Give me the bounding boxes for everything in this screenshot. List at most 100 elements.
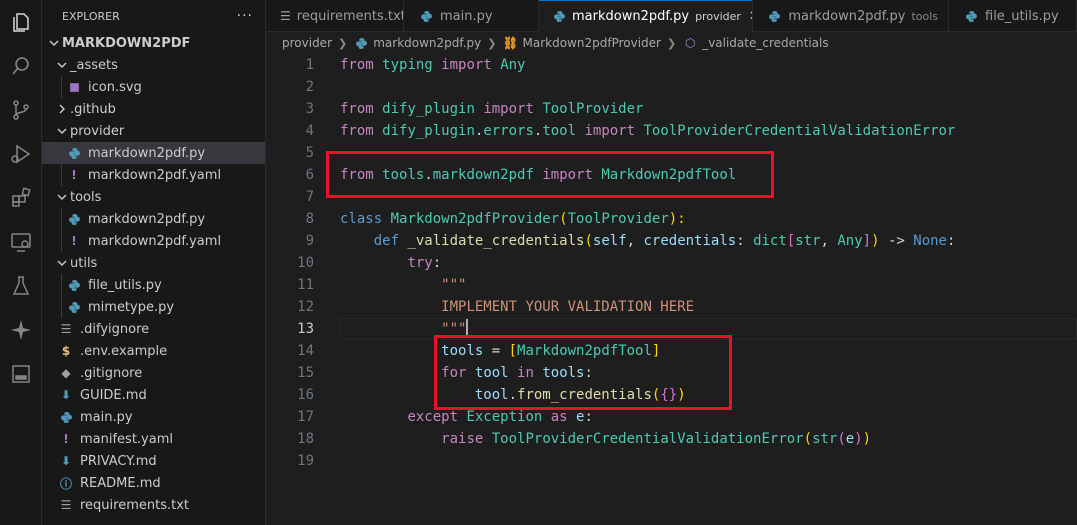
tree-file-requirements-txt[interactable]: ☰ requirements.txt [42, 494, 265, 516]
tree-file-readme-md[interactable]: ⓘ README.md [42, 472, 265, 494]
text-cursor [466, 319, 469, 336]
code-editor[interactable]: 1 from typing import Any 2 3 from dify_plu… [266, 54, 1077, 525]
more-actions-button[interactable]: ··· [237, 8, 253, 24]
tree-file-file-utils-py[interactable]: file_utils.py [42, 274, 265, 296]
python-file-icon [963, 8, 979, 24]
python-file-icon [66, 211, 82, 227]
chevron-right-icon: ❯ [487, 36, 497, 50]
extensions-icon[interactable] [0, 176, 42, 220]
tree-item-label: .github [70, 101, 116, 117]
line-number: 11 [297, 277, 314, 293]
tree-file-privacy-md[interactable]: ⬇ PRIVACY.md [42, 450, 265, 472]
tree-folder-utils[interactable]: utils [42, 252, 265, 274]
tab-tools-markdown2pdf-py[interactable]: markdown2pdf.py tools [753, 0, 949, 32]
tree-item-label: markdown2pdf.py [88, 211, 206, 227]
tab-label: requirements.txt [296, 8, 404, 24]
line-number: 12 [297, 299, 314, 315]
tree-file-provider-markdown2pdf-py[interactable]: markdown2pdf.py [42, 142, 265, 164]
yaml-file-icon: ! [71, 234, 77, 248]
tree-file-provider-markdown2pdf-yaml[interactable]: ! markdown2pdf.yaml [42, 164, 265, 186]
code-line: 3 from dify_plugin import ToolProvider [266, 98, 1077, 120]
sparkle-icon[interactable] [0, 308, 42, 352]
line-number: 4 [305, 123, 314, 139]
line-number: 2 [305, 79, 314, 95]
highlight-box-import [326, 151, 774, 198]
breadcrumb-file[interactable]: markdown2pdf.py [353, 35, 481, 51]
highlight-box-tools-loop [434, 335, 732, 410]
tree-file-mimetype-py[interactable]: mimetype.py [42, 296, 265, 318]
tree-item-label: markdown2pdf.py [88, 145, 206, 161]
tab-requirements-txt[interactable]: ☰ requirements.txt [266, 0, 404, 32]
tree-file-guide-md[interactable]: ⬇ GUIDE.md [42, 384, 265, 406]
line-number: 18 [297, 431, 314, 447]
code-line: 2 [266, 76, 1077, 98]
line-number: 8 [305, 211, 314, 227]
explorer-sidebar: EXPLORER ··· MARKDOWN2PDF _assets icon.s… [42, 0, 266, 525]
chevron-down-icon [54, 257, 70, 269]
tab-file-utils-py[interactable]: file_utils.py [949, 0, 1077, 32]
tab-provider-markdown2pdf-py[interactable]: markdown2pdf.py provider ✕ [539, 0, 753, 32]
run-debug-icon[interactable] [0, 132, 42, 176]
tree-item-label: README.md [80, 475, 161, 491]
breadcrumb-label: _validate_credentials [702, 36, 829, 50]
activity-bar [0, 0, 42, 525]
python-file-icon [767, 8, 782, 24]
line-number: 19 [297, 453, 314, 469]
tree-folder-provider[interactable]: provider [42, 120, 265, 142]
tree-item-label: markdown2pdf.yaml [88, 167, 222, 183]
tree-root[interactable]: MARKDOWN2PDF [42, 32, 265, 54]
explorer-icon[interactable] [0, 0, 42, 44]
tree-file-gitignore[interactable]: ◆ .gitignore [42, 362, 265, 384]
tree-file-tools-markdown2pdf-py[interactable]: markdown2pdf.py [42, 208, 265, 230]
breadcrumb-label: provider [282, 36, 332, 50]
tree-root-label: MARKDOWN2PDF [62, 35, 191, 51]
testing-icon[interactable] [0, 264, 42, 308]
tree-file-main-py[interactable]: main.py [42, 406, 265, 428]
code-line: 4 from dify_plugin.errors.tool import Too… [266, 120, 1077, 142]
explorer-header: EXPLORER ··· [42, 0, 265, 32]
line-number: 1 [305, 57, 314, 73]
remote-explorer-icon[interactable] [0, 220, 42, 264]
line-number: 14 [297, 343, 314, 359]
breadcrumb-folder[interactable]: provider [282, 36, 332, 50]
python-file-icon [418, 8, 434, 24]
source-control-icon[interactable] [0, 88, 42, 132]
tab-main-py[interactable]: main.py [404, 0, 539, 32]
line-number: 7 [305, 189, 314, 205]
svg-file-icon [66, 79, 82, 95]
breadcrumb-method[interactable]: ⬡ _validate_credentials [682, 35, 829, 51]
tree-item-label: .env.example [80, 343, 168, 359]
info-icon: ⓘ [59, 476, 72, 491]
tree-folder-assets[interactable]: _assets [42, 54, 265, 76]
tree-item-label: utils [70, 255, 98, 271]
chevron-right-icon: ❯ [338, 36, 348, 50]
line-number: 10 [297, 255, 314, 271]
tree-folder-tools[interactable]: tools [42, 186, 265, 208]
tree-folder-github[interactable]: .github [42, 98, 265, 120]
python-file-icon [353, 35, 369, 51]
python-file-icon [66, 277, 82, 293]
code-line: 12 IMPLEMENT YOUR VALIDATION HERE [266, 296, 1077, 318]
line-number: 5 [305, 145, 314, 161]
chevron-right-icon [54, 103, 70, 115]
code-line: 1 from typing import Any [266, 54, 1077, 76]
config-file-icon: ☰ [60, 322, 72, 336]
tree-item-label: GUIDE.md [80, 387, 147, 403]
terminal-panel-icon[interactable] [0, 352, 42, 396]
tree-file-difyignore[interactable]: ☰ .difyignore [42, 318, 265, 340]
line-number: 13 [297, 321, 314, 337]
breadcrumb-label: markdown2pdf.py [373, 36, 482, 50]
tree-item-label: .difyignore [80, 321, 150, 337]
tree-file-tools-markdown2pdf-yaml[interactable]: ! markdown2pdf.yaml [42, 230, 265, 252]
tree-item-label: requirements.txt [80, 497, 190, 513]
tree-file-env-example[interactable]: $ .env.example [42, 340, 265, 362]
python-file-icon [553, 9, 566, 25]
search-icon[interactable] [0, 44, 42, 88]
class-symbol-icon: ⛓ [502, 36, 519, 50]
tree-file-icon-svg[interactable]: icon.svg [42, 76, 265, 98]
code-line: 8 class Markdown2pdfProvider(ToolProvider… [266, 208, 1077, 230]
yaml-file-icon: ! [71, 168, 77, 182]
breadcrumb-class[interactable]: ⛓ Markdown2pdfProvider [503, 35, 661, 51]
chevron-right-icon: ❯ [666, 36, 677, 50]
tree-file-manifest-yaml[interactable]: ! manifest.yaml [42, 428, 265, 450]
